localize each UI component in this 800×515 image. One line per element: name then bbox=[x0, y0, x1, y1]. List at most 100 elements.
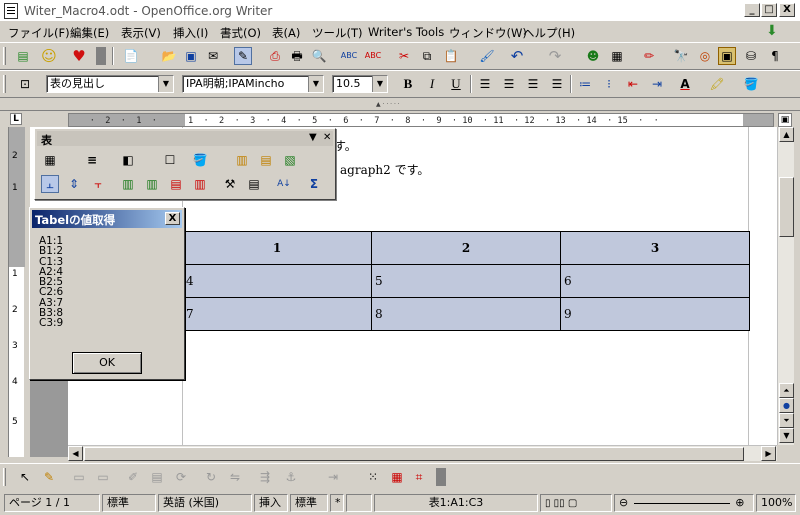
align-bottom-icon[interactable]: ⫟ bbox=[89, 175, 107, 193]
language-status[interactable]: 英語 (米国) bbox=[158, 494, 252, 512]
page-style-status[interactable]: 標準 bbox=[102, 494, 156, 512]
increase-indent-icon[interactable]: ⇥ bbox=[648, 75, 666, 93]
arrange-icon[interactable]: ⇶ bbox=[256, 468, 274, 486]
menu-edit[interactable]: 編集(E) bbox=[70, 25, 109, 41]
menu-help[interactable]: ヘルプ(H) bbox=[523, 25, 575, 41]
save-icon[interactable]: ▣ bbox=[182, 47, 200, 65]
scroll-up-icon[interactable]: ▲ bbox=[779, 127, 794, 142]
heart-icon[interactable]: ♥ bbox=[70, 47, 88, 65]
auto-spellcheck-icon[interactable]: ABC bbox=[364, 47, 382, 65]
datasources-icon[interactable]: ⛁ bbox=[742, 47, 760, 65]
close-button[interactable]: X bbox=[779, 3, 795, 17]
ok-button[interactable]: OK bbox=[72, 352, 142, 374]
numbering-icon[interactable]: ≔ bbox=[576, 75, 594, 93]
menu-file[interactable]: ファイル(F) bbox=[8, 25, 70, 41]
update-download-icon[interactable]: ⬇ bbox=[766, 24, 782, 40]
toolbar-overflow-icon[interactable] bbox=[96, 47, 106, 65]
zoom-level[interactable]: 100% bbox=[756, 494, 796, 512]
table-cell-b3[interactable]: 8 bbox=[371, 297, 561, 331]
flip-icon[interactable]: ⇋ bbox=[226, 468, 244, 486]
border-color-icon[interactable]: ◧ bbox=[119, 151, 137, 169]
preview-icon[interactable]: 🔍 bbox=[310, 47, 328, 65]
toolbar-close-icon[interactable]: ✕ bbox=[323, 132, 331, 143]
navigation-icon[interactable]: ● bbox=[779, 398, 794, 413]
paragraph-2[interactable]: agraph2 です。 bbox=[340, 161, 429, 178]
select-arrow-icon[interactable]: ↖ bbox=[16, 468, 34, 486]
gallery-icon[interactable]: ▣ bbox=[718, 47, 736, 65]
cut-icon[interactable]: ✂ bbox=[395, 47, 413, 65]
font-size-combo[interactable]: 10.5 ▼ bbox=[332, 75, 388, 93]
new-icon[interactable]: 📄 bbox=[122, 47, 140, 65]
table-background-icon[interactable]: 🪣 bbox=[191, 151, 209, 169]
table-toolbar-titlebar[interactable]: 表 ▼ ✕ bbox=[37, 131, 333, 147]
document-table[interactable]: 1 2 3 4 5 6 7 8 9 bbox=[182, 231, 750, 331]
wrap-icon[interactable]: ⇥ bbox=[324, 468, 342, 486]
rotate-icon[interactable]: ↻ bbox=[202, 468, 220, 486]
align-right-icon[interactable]: ☰ bbox=[524, 75, 542, 93]
styles-formatting-icon[interactable]: ⊡ bbox=[16, 75, 34, 93]
find-icon[interactable]: 🔭 bbox=[672, 47, 690, 65]
new-document-icon[interactable]: ▤ bbox=[14, 47, 32, 65]
fontwork-icon[interactable]: ⟳ bbox=[172, 468, 190, 486]
delete-row-icon[interactable]: ▤ bbox=[167, 175, 185, 193]
format-paintbrush-icon[interactable]: 🖌 bbox=[478, 47, 496, 65]
open-icon[interactable]: 📂 bbox=[160, 47, 178, 65]
view-layout-status[interactable]: ▯ ▯▯ ▢ bbox=[540, 494, 612, 512]
font-color-icon[interactable]: A bbox=[676, 75, 694, 93]
table-cell-c1[interactable]: 3 bbox=[560, 231, 750, 265]
draw-functions-icon[interactable]: ✏ bbox=[640, 47, 658, 65]
vertical-ruler[interactable]: 2 1 1 2 3 4 5 bbox=[0, 127, 30, 457]
menu-format[interactable]: 書式(O) bbox=[220, 25, 261, 41]
chevron-down-icon[interactable]: ▼ bbox=[308, 76, 323, 92]
align-left-icon[interactable]: ☰ bbox=[476, 75, 494, 93]
navigator-icon[interactable]: ☻ bbox=[584, 47, 602, 65]
minimize-button[interactable]: _ bbox=[744, 3, 760, 17]
highlight-icon[interactable]: 🖍 bbox=[708, 75, 726, 93]
spellcheck-icon[interactable]: ABC bbox=[340, 47, 358, 65]
table-cell-a2[interactable]: 4 bbox=[182, 264, 372, 298]
menu-tools[interactable]: ツール(T) bbox=[312, 25, 363, 41]
font-name-combo[interactable]: IPA明朝;IPAMincho ▼ bbox=[182, 75, 324, 93]
export-pdf-icon[interactable]: ⎙ bbox=[266, 47, 284, 65]
autoformat-icon[interactable]: ⚒ bbox=[221, 175, 239, 193]
menu-insert[interactable]: 挿入(I) bbox=[173, 25, 208, 41]
paste-icon[interactable]: 📋 bbox=[442, 47, 460, 65]
borders-style-icon[interactable]: ≡ bbox=[83, 151, 101, 169]
signature-status[interactable] bbox=[346, 494, 372, 512]
tab-stop-selector[interactable]: L bbox=[10, 113, 22, 125]
justify-icon[interactable]: ☰ bbox=[548, 75, 566, 93]
snap-icon[interactable]: ⌗ bbox=[410, 468, 428, 486]
horizontal-ruler[interactable]: · 2 · 1 · 1 · 2 · 3 · 4 · 5 · 6 · 7 · 8 … bbox=[68, 113, 774, 127]
print-icon[interactable]: 🖶 bbox=[288, 47, 306, 65]
vertical-scroll-thumb[interactable] bbox=[779, 177, 794, 237]
shape2-icon[interactable]: ▭ bbox=[94, 468, 112, 486]
menu-table[interactable]: 表(A) bbox=[272, 25, 300, 41]
shape-icon[interactable]: ▭ bbox=[70, 468, 88, 486]
edit-mode-icon[interactable]: ✎ bbox=[234, 47, 252, 65]
sort-icon[interactable]: A↓ bbox=[275, 175, 293, 193]
insert-table-icon[interactable]: ▦ bbox=[608, 47, 626, 65]
merge-cells-icon[interactable]: ▥ bbox=[233, 151, 251, 169]
align-center-icon[interactable]: ☰ bbox=[500, 75, 518, 93]
scroll-down-icon[interactable]: ▼ bbox=[779, 428, 794, 443]
insert-column-icon[interactable]: ▥ bbox=[143, 175, 161, 193]
undo-icon[interactable]: ↶ bbox=[508, 47, 526, 65]
redo-icon[interactable]: ↷ bbox=[546, 47, 564, 65]
selection-mode-status[interactable]: 標準 bbox=[290, 494, 328, 512]
dialog-titlebar[interactable]: Tabelの値取得 X bbox=[32, 210, 182, 228]
page-up-icon[interactable]: ⏶ bbox=[779, 383, 794, 398]
nonprinting-chars-icon[interactable]: ¶ bbox=[766, 47, 784, 65]
horizontal-scroll-thumb[interactable] bbox=[84, 447, 744, 461]
menu-writers-tools[interactable]: Writer's Tools bbox=[368, 25, 444, 39]
menu-view[interactable]: 表示(V) bbox=[121, 25, 161, 41]
decrease-indent-icon[interactable]: ⇤ bbox=[624, 75, 642, 93]
text-box-icon[interactable]: ▤ bbox=[148, 468, 166, 486]
edit-points-icon[interactable]: ✐ bbox=[124, 468, 142, 486]
anchor-icon[interactable]: ⚓ bbox=[282, 468, 300, 486]
zoom-in-icon[interactable]: ⊕ bbox=[735, 496, 744, 509]
toolbar-overflow-icon[interactable] bbox=[436, 468, 446, 486]
draw-line-icon[interactable]: ✎ bbox=[40, 468, 58, 486]
table-cell-b1[interactable]: 2 bbox=[371, 231, 561, 265]
insert-mode-status[interactable]: 挿入 bbox=[254, 494, 288, 512]
optimize-icon[interactable]: ▧ bbox=[281, 151, 299, 169]
